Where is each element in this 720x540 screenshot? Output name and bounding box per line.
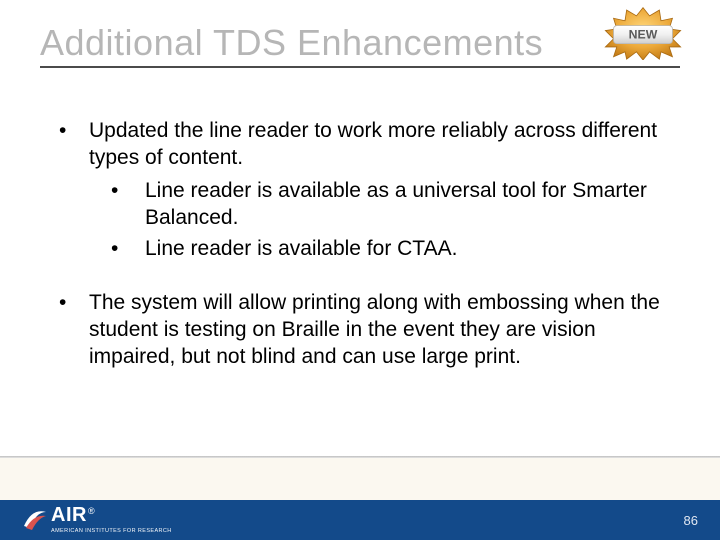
- bullet-text: The system will allow printing along wit…: [89, 291, 660, 368]
- list-item: Updated the line reader to work more rel…: [55, 118, 665, 262]
- air-logo: AIR® AMERICAN INSTITUTES FOR RESEARCH: [22, 505, 172, 533]
- bullet-text: Updated the line reader to work more rel…: [89, 119, 657, 169]
- logo-subtitle: AMERICAN INSTITUTES FOR RESEARCH: [51, 528, 172, 534]
- content-area: Updated the line reader to work more rel…: [55, 118, 665, 399]
- list-item: Line reader is available as a universal …: [89, 178, 665, 232]
- bullet-text: Line reader is available as a universal …: [145, 179, 647, 229]
- logo-mark-icon: [22, 506, 48, 532]
- title-container: Additional TDS Enhancements: [40, 22, 680, 68]
- slide: Additional TDS Enhancements NEW: [0, 0, 720, 540]
- list-item: Line reader is available for CTAA.: [89, 236, 665, 263]
- logo-main: AIR: [51, 504, 87, 526]
- slide-title: Additional TDS Enhancements: [40, 22, 680, 64]
- new-badge-text: NEW: [629, 28, 658, 42]
- registered-mark: ®: [88, 506, 95, 516]
- footer-bar: AIR® AMERICAN INSTITUTES FOR RESEARCH 86: [0, 500, 720, 540]
- bullet-list: Updated the line reader to work more rel…: [55, 118, 665, 371]
- sub-list: Line reader is available as a universal …: [89, 178, 665, 263]
- list-item: The system will allow printing along wit…: [55, 290, 665, 371]
- bullet-text: Line reader is available for CTAA.: [145, 237, 457, 260]
- new-icon: NEW: [602, 6, 684, 60]
- logo-text: AIR® AMERICAN INSTITUTES FOR RESEARCH: [51, 505, 172, 534]
- page-number: 86: [684, 513, 698, 528]
